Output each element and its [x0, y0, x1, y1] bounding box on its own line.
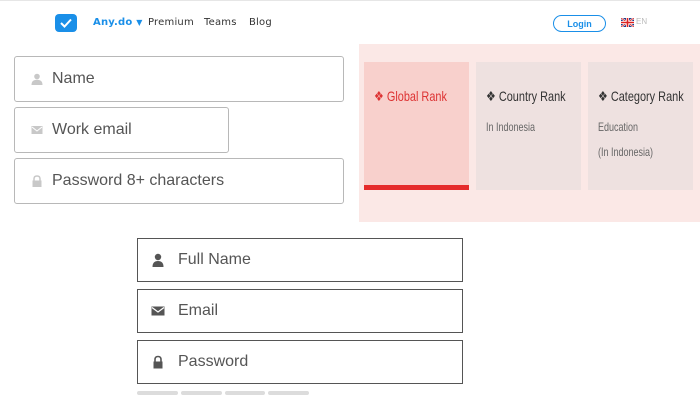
- password-input-placeholder: Password: [178, 353, 249, 370]
- language-label[interactable]: EN: [636, 17, 647, 26]
- password-input[interactable]: Password: [137, 340, 463, 384]
- rank-panel: ❖ Global Rank ❖ Country Rank In Indonesi…: [359, 44, 700, 222]
- lock-icon: [32, 175, 42, 187]
- country-rank-card[interactable]: ❖ Country Rank In Indonesia: [476, 62, 581, 190]
- uk-flag-icon[interactable]: [621, 18, 634, 27]
- work-email-field[interactable]: Work email: [14, 107, 229, 153]
- email-field[interactable]: Email: [137, 289, 463, 333]
- step-segment: [268, 391, 309, 395]
- category-rank-title: ❖ Category Rank: [598, 88, 684, 104]
- flag-rank-icon: ❖: [486, 88, 496, 104]
- step-segment: [137, 391, 178, 395]
- category-rank-region: (In Indonesia): [598, 145, 654, 159]
- nav-teams[interactable]: Teams: [204, 17, 237, 28]
- password-field[interactable]: Password 8+ characters: [14, 158, 344, 204]
- global-rank-title: ❖ Global Rank: [374, 88, 447, 104]
- country-rank-title: ❖ Country Rank: [486, 88, 566, 104]
- brand-label: Any.do: [93, 17, 133, 28]
- envelope-icon: [151, 306, 165, 316]
- category-rank-icon: ❖: [598, 88, 608, 104]
- full-name-field[interactable]: Full Name: [137, 238, 463, 282]
- password-placeholder: Password 8+ characters: [52, 172, 225, 189]
- global-rank-card[interactable]: ❖ Global Rank: [364, 62, 469, 190]
- globe-icon: ❖: [374, 88, 384, 104]
- category-rank-card[interactable]: ❖ Category Rank Education (In Indonesia): [588, 62, 693, 190]
- checkmark-icon: [60, 18, 72, 28]
- user-icon: [31, 73, 43, 85]
- progress-steps: [137, 391, 309, 395]
- active-tab-indicator: [364, 185, 469, 190]
- anydo-logo[interactable]: [55, 14, 77, 32]
- nav-premium[interactable]: Premium: [148, 17, 194, 28]
- nav-blog[interactable]: Blog: [249, 17, 272, 28]
- step-segment: [224, 391, 266, 395]
- name-field[interactable]: Name: [14, 56, 344, 102]
- brand-menu[interactable]: Any.do ▼: [93, 17, 143, 28]
- category-rank-subtitle: Education: [598, 120, 639, 134]
- login-button[interactable]: Login: [553, 15, 606, 32]
- full-name-placeholder: Full Name: [178, 251, 251, 268]
- top-navigation-bar: Any.do ▼ Premium Teams Blog Login EN: [0, 0, 700, 44]
- country-rank-subtitle: In Indonesia: [486, 120, 536, 134]
- envelope-icon: [31, 126, 43, 134]
- user-icon: [152, 253, 164, 267]
- lock-icon: [153, 355, 163, 369]
- step-segment: [180, 391, 222, 395]
- work-email-placeholder: Work email: [52, 121, 132, 138]
- email-placeholder: Email: [178, 302, 219, 319]
- chevron-down-icon: ▼: [136, 18, 143, 27]
- name-placeholder: Name: [52, 70, 95, 87]
